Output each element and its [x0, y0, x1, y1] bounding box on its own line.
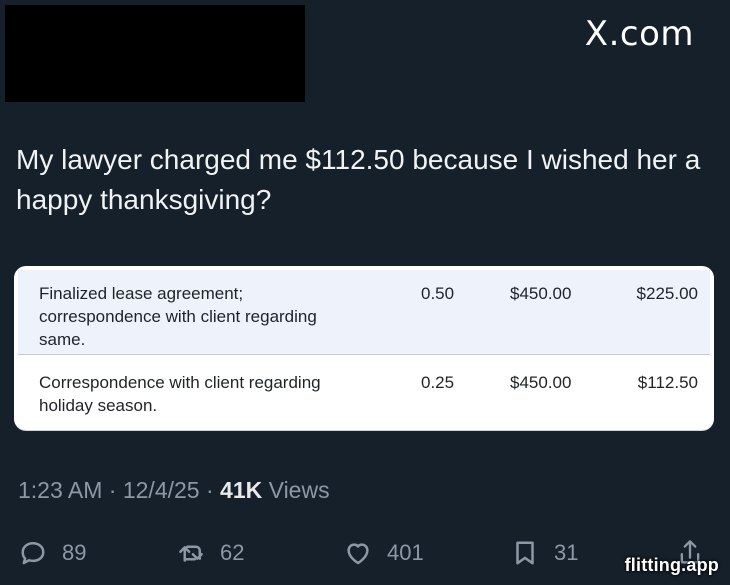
tweet-actions: 89 62 401 31 [0, 530, 730, 576]
repost-count: 62 [220, 540, 245, 565]
repost-icon [179, 545, 203, 562]
tweet-metadata: 1:23 AM · 12/4/25 · 41K Views [18, 474, 330, 506]
reply-button[interactable]: 89 [18, 530, 86, 576]
invoice-amount: $225.00 [636, 284, 698, 303]
invoice-description: Finalized lease agreement; correspondenc… [39, 284, 317, 349]
invoice-screenshot: Finalized lease agreement; correspondenc… [14, 266, 714, 430]
invoice-hours: 0.50 [421, 284, 455, 303]
invoice-rate: $450.00 [510, 284, 572, 303]
redacted-account-box [5, 5, 305, 102]
meta-separator: · [108, 477, 123, 503]
invoice-description: Correspondence with client regarding hol… [39, 373, 321, 415]
watermark: flitting.app [624, 555, 719, 575]
invoice-row: Correspondence with client regarding hol… [18, 359, 710, 421]
tweet-text: My lawyer charged me $112.50 because I w… [16, 144, 701, 215]
bookmark-button[interactable]: 31 [510, 530, 578, 576]
bookmark-icon [516, 541, 534, 565]
invoice-rate: $450.00 [510, 373, 572, 392]
views-label: Views [268, 477, 330, 503]
repost-button[interactable]: 62 [176, 530, 244, 576]
like-count: 401 [387, 540, 424, 565]
meta-separator: · [205, 477, 221, 503]
tweet-time: 1:23 AM [18, 477, 103, 503]
views-count: 41K [220, 477, 263, 503]
invoice-row: Finalized lease agreement; correspondenc… [18, 270, 710, 355]
bookmark-count: 31 [554, 540, 579, 565]
reply-count: 89 [62, 540, 87, 565]
tweet-date: 12/4/25 [122, 477, 200, 503]
like-button[interactable]: 401 [343, 530, 424, 576]
site-brand: X.com [584, 14, 694, 54]
heart-icon [347, 543, 369, 565]
invoice-amount: $112.50 [637, 373, 698, 392]
invoice-hours: 0.25 [421, 373, 455, 392]
reply-icon [21, 542, 45, 565]
